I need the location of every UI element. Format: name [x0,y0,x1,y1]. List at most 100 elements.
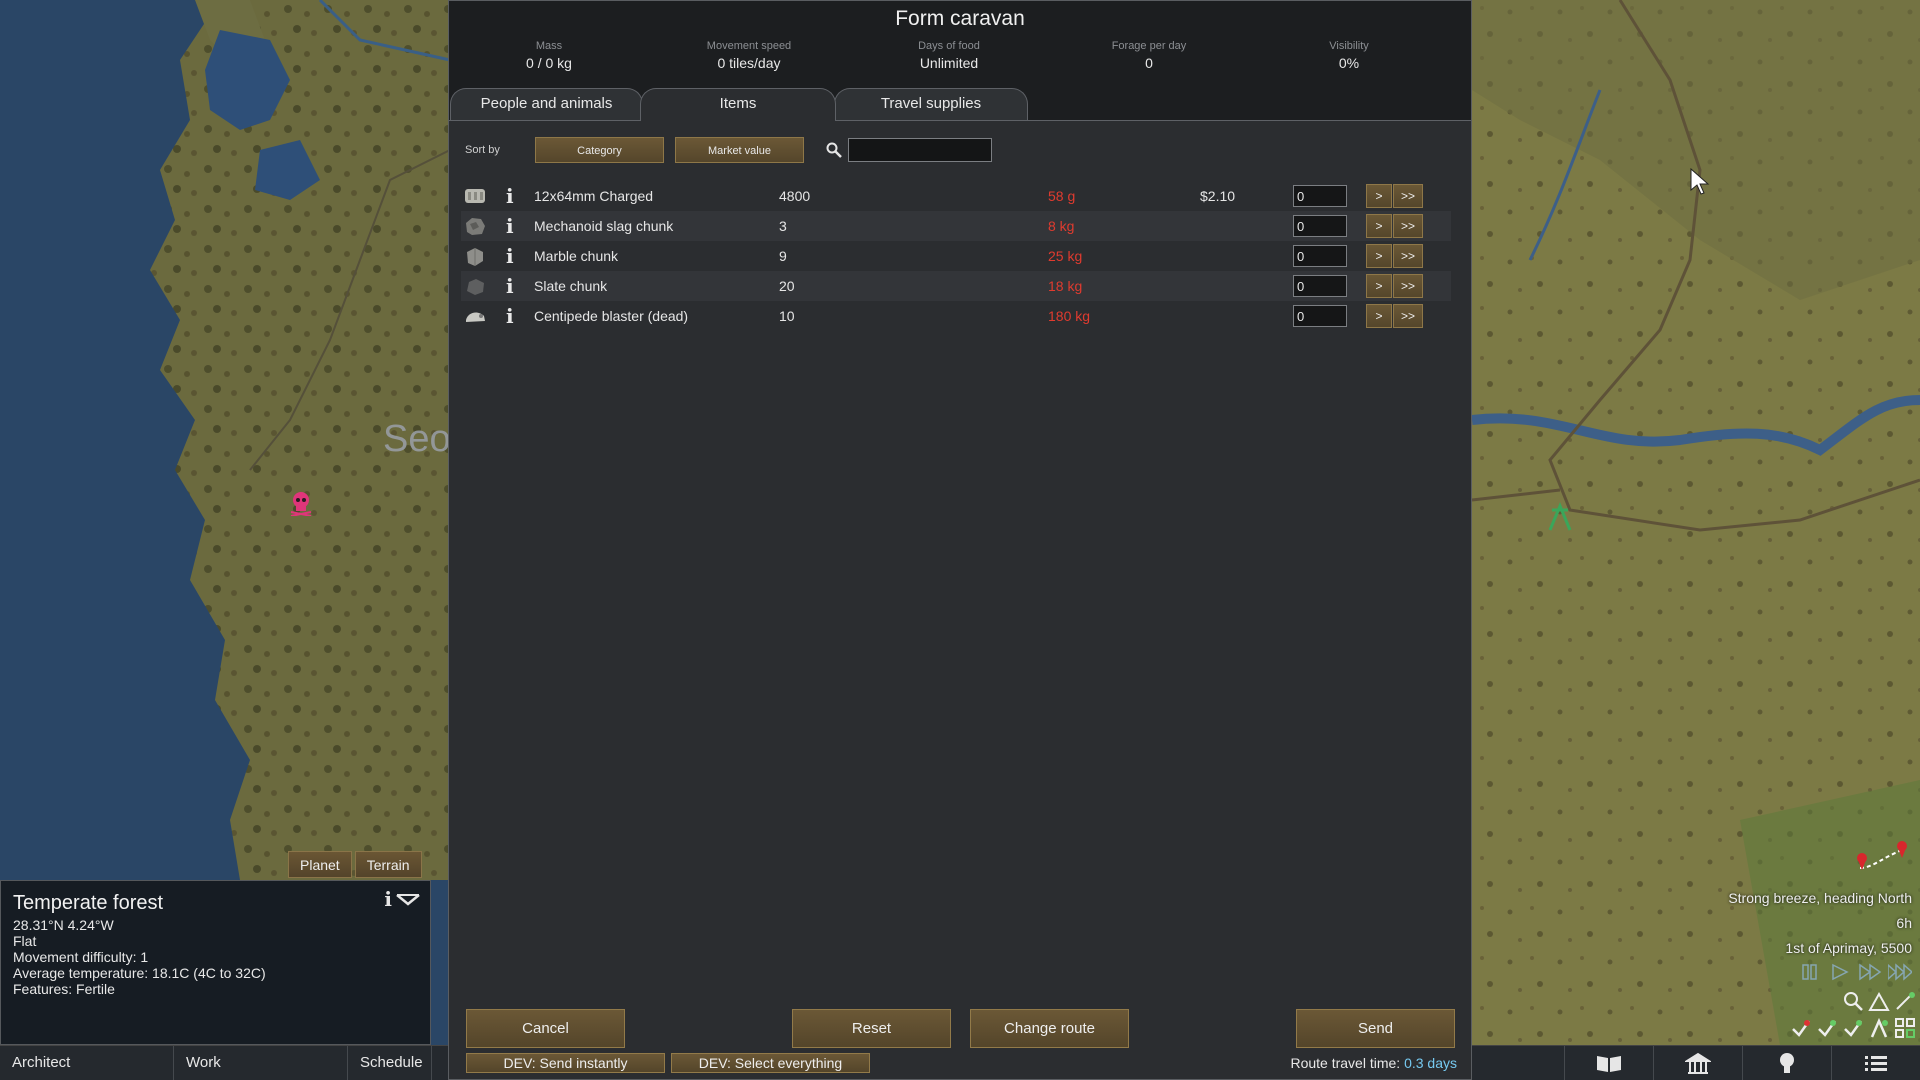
menu-button[interactable] [1831,1046,1920,1080]
caravan-check-green-icon[interactable] [1842,1017,1864,1039]
item-row: i Marble chunk 9 25 kg > >> [461,241,1451,271]
send-button[interactable]: Send [1296,1009,1455,1048]
speed-fast-icon[interactable] [1858,962,1882,982]
tab-architect[interactable]: Architect [0,1046,174,1080]
item-name: 12x64mm Charged [534,188,654,204]
quantity-input[interactable] [1293,305,1347,327]
grid-icon[interactable] [1894,1017,1916,1039]
item-mass: 25 kg [1048,248,1083,264]
history-button[interactable] [1564,1046,1653,1080]
add-one-button[interactable]: > [1366,304,1392,328]
route-time-value: 0.3 days [1404,1055,1457,1071]
quantity-input[interactable] [1293,215,1347,237]
map-tools-row2 [1790,1017,1916,1039]
item-info-button[interactable]: i [506,181,514,211]
stat-label: Forage per day [1111,40,1187,52]
add-one-button[interactable]: > [1366,274,1392,298]
stat-value: 0 [1145,55,1153,71]
reset-button[interactable]: Reset [792,1009,951,1048]
item-info-button[interactable]: i [506,241,514,271]
caravan-stats: Mass 0 / 0 kg Movement speed 0 tiles/day… [449,39,1471,73]
history-book-icon [1597,1056,1621,1072]
item-info-button[interactable]: i [506,271,514,301]
stat-label: Days of food [918,40,980,52]
date-label: 1st of Aprimay, 5500 [1785,940,1912,956]
stat-label: Visibility [1329,40,1369,52]
item-count: 9 [779,248,787,264]
add-all-button[interactable]: >> [1393,184,1423,208]
dev-select-everything-button[interactable]: DEV: Select everything [671,1053,870,1073]
ammo-icon [465,189,485,203]
sort-secondary-button[interactable]: Market value [675,137,804,163]
change-route-button[interactable]: Change route [970,1009,1129,1048]
item-name: Slate chunk [534,278,608,294]
item-mass: 8 kg [1048,218,1075,234]
tile-movement-difficulty: Movement difficulty: 1 [13,949,149,965]
speed-normal-icon[interactable] [1828,962,1852,982]
tab-items[interactable]: Items [640,88,836,121]
faction-skull-icon[interactable] [288,490,314,516]
add-all-button[interactable]: >> [1393,244,1423,268]
item-row: i Mechanoid slag chunk 3 8 kg > >> [461,211,1451,241]
centipede-corpse-icon [466,312,485,322]
magnify-icon[interactable] [1842,990,1864,1012]
add-all-button[interactable]: >> [1393,304,1423,328]
route-planner-icon[interactable] [1894,990,1916,1012]
caravan-red-icon[interactable] [1790,1017,1812,1039]
item-count: 10 [779,308,795,324]
search-input[interactable] [848,138,992,162]
stat-movement-speed: Movement speed 0 tiles/day [649,39,849,73]
item-mass: 18 kg [1048,278,1083,294]
slate-chunk-icon [467,279,484,295]
item-info-button[interactable]: i [506,211,514,241]
tab-work[interactable]: Work [174,1046,348,1080]
pawn-icon[interactable] [1868,1017,1890,1039]
add-one-button[interactable]: > [1366,184,1392,208]
stat-visibility: Visibility 0% [1249,39,1449,73]
tab-schedule[interactable]: Schedule [348,1046,432,1080]
settlement-icon[interactable] [1546,502,1574,532]
item-info-button[interactable]: i [506,301,514,331]
stat-label: Mass [535,40,563,52]
tile-info-button[interactable]: i [384,889,392,909]
sort-row: Sort by Category Market value [465,137,992,163]
dev-send-instantly-button[interactable]: DEV: Send instantly [466,1053,665,1073]
cancel-button[interactable]: Cancel [466,1009,625,1048]
tile-coordinates: 28.31°N 4.24°W [13,917,114,933]
stat-forage: Forage per day 0 [1049,39,1249,73]
tab-planet[interactable]: Planet [288,851,352,878]
add-one-button[interactable]: > [1366,244,1392,268]
pause-icon[interactable] [1798,962,1822,982]
item-name: Marble chunk [534,248,619,264]
ideas-lightbulb-icon [1780,1053,1794,1073]
search-icon [826,142,842,158]
marble-chunk-icon [467,248,483,266]
stat-value: 0 / 0 kg [526,55,572,71]
quantity-input[interactable] [1293,185,1347,207]
terrain-overlay-icon[interactable] [1868,990,1890,1012]
add-one-button[interactable]: > [1366,214,1392,238]
collapse-arrows-icon[interactable] [396,893,420,907]
add-all-button[interactable]: >> [1393,214,1423,238]
factions-button[interactable] [1653,1046,1742,1080]
quantity-input[interactable] [1293,245,1347,267]
add-all-button[interactable]: >> [1393,274,1423,298]
sort-primary-button[interactable]: Category [535,137,664,163]
tab-people-and-animals[interactable]: People and animals [450,88,643,120]
dialog-title: Form caravan [895,7,1025,30]
form-caravan-dialog: Form caravan Mass 0 / 0 kg Movement spee… [448,0,1472,1080]
tab-terrain[interactable]: Terrain [354,851,422,878]
speed-superfast-icon[interactable] [1888,962,1912,982]
biome-title: Temperate forest [13,892,164,914]
tab-travel-supplies[interactable]: Travel supplies [834,88,1028,120]
wind-status: Strong breeze, heading North [1728,890,1912,906]
item-name: Centipede blaster (dead) [534,308,689,324]
quantity-input[interactable] [1293,275,1347,297]
items-list: i 12x64mm Charged 4800 58 g $2.10 > >> i… [461,181,1451,331]
stat-value: Unlimited [919,55,979,71]
ideas-button[interactable] [1742,1046,1831,1080]
item-row: i 12x64mm Charged 4800 58 g $2.10 > >> [461,181,1451,211]
item-row: i Slate chunk 20 18 kg > >> [461,271,1451,301]
tabs-divider [449,120,1471,121]
caravan-check-icon[interactable] [1816,1017,1838,1039]
